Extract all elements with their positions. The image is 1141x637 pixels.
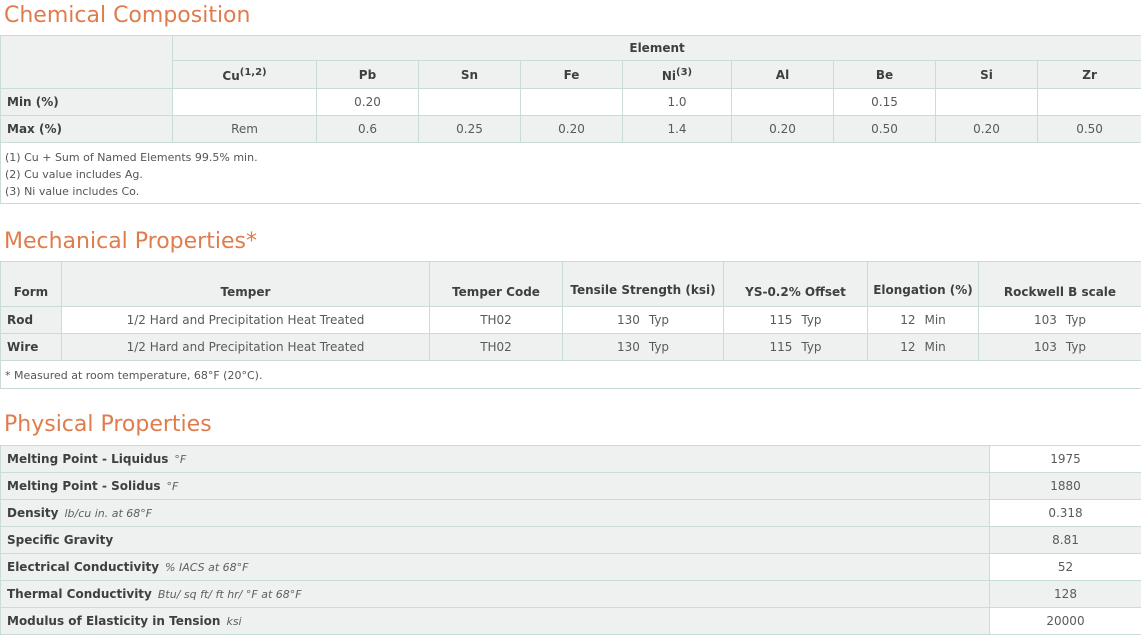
mech-header-temper: Temper [61, 261, 430, 307]
mech-form: Wire [0, 333, 62, 361]
mech-rockwell: 103 Typ [978, 306, 1141, 334]
phys-label: Melting Point - Liquidus °F [0, 445, 990, 473]
mech-tensile: 130 Typ [562, 333, 724, 361]
element-cu: Cu(1,2) [172, 60, 317, 89]
mechanical-properties-table: Form Temper Temper Code Tensile Strength… [0, 261, 1141, 389]
mech-header-temper-code: Temper Code [429, 261, 563, 307]
mech-header-form: Form [0, 261, 62, 307]
phys-row: Thermal Conductivity Btu/ sq ft/ ft hr/ °… [0, 580, 1141, 608]
chem-cell [418, 88, 521, 116]
phys-row: Melting Point - Liquidus °F 1975 [0, 445, 1141, 473]
chem-cell: 0.20 [520, 115, 623, 143]
chem-corner-cell [0, 35, 173, 89]
element-fe: Fe [520, 60, 623, 89]
chemical-composition-title: Chemical Composition [4, 3, 251, 28]
mech-ys: 115 Typ [723, 306, 868, 334]
mech-elongation: 12 Min [867, 306, 979, 334]
chem-note: (3) Ni value includes Co. [5, 184, 140, 198]
phys-value: 0.318 [989, 499, 1141, 527]
physical-properties-title: Physical Properties [4, 412, 212, 437]
phys-row: Melting Point - Solidus °F 1880 [0, 472, 1141, 500]
phys-label: Electrical Conductivity% IACS at 68°F [0, 553, 990, 581]
chem-cell: 1.0 [622, 88, 732, 116]
mech-header-ys: YS-0.2% Offset [723, 261, 868, 307]
mech-header-rockwell: Rockwell B scale [978, 261, 1141, 307]
phys-label: Density lb/cu in. at 68°F [0, 499, 990, 527]
mech-header-row: Form Temper Temper Code Tensile Strength… [0, 261, 1141, 307]
element-al: Al [731, 60, 834, 89]
phys-value: 1880 [989, 472, 1141, 500]
chem-max-row: Max (%) Rem 0.6 0.25 0.20 1.4 0.20 0.50 … [0, 115, 1141, 143]
mech-row-wire: Wire 1/2 Hard and Precipitation Heat Tre… [0, 333, 1141, 361]
phys-label: Thermal Conductivity Btu/ sq ft/ ft hr/ °… [0, 580, 990, 608]
element-pb: Pb [316, 60, 419, 89]
chem-note: (2) Cu value includes Ag. [5, 167, 143, 181]
chemical-composition-table: Element Cu(1,2) Pb Sn Fe Ni(3) Al Be Si … [0, 35, 1141, 204]
chem-cell [1036, 88, 1141, 116]
phys-value: 20000 [989, 607, 1141, 635]
chem-notes: (1) Cu + Sum of Named Elements 99.5% min… [0, 142, 1141, 204]
element-header-row: Cu(1,2) Pb Sn Fe Ni(3) Al Be Si Zr [1, 60, 1141, 89]
phys-label: Specific Gravity [0, 526, 990, 554]
chem-cell [731, 88, 834, 116]
element-header: Element [171, 35, 1141, 61]
phys-row: Electrical Conductivity% IACS at 68°F 52 [0, 553, 1141, 581]
chem-min-row: Min (%) 0.20 1.0 0.15 [0, 88, 1141, 116]
phys-row: Modulus of Elasticity in Tension ksi 2000… [0, 607, 1141, 635]
phys-value: 52 [989, 553, 1141, 581]
mech-ys: 115 Typ [723, 333, 868, 361]
mech-header-tensile: Tensile Strength (ksi) [562, 261, 724, 307]
chem-cell: 0.15 [833, 88, 936, 116]
phys-row: Specific Gravity 8.81 [0, 526, 1141, 554]
mech-row-rod: Rod 1/2 Hard and Precipitation Heat Trea… [0, 306, 1141, 334]
phys-label: Melting Point - Solidus °F [0, 472, 990, 500]
element-si: Si [935, 60, 1038, 89]
chem-row-label: Max (%) [0, 115, 173, 143]
phys-label: Modulus of Elasticity in Tension ksi [0, 607, 990, 635]
chem-cell [172, 88, 317, 116]
mechanical-properties-title: Mechanical Properties* [4, 229, 257, 254]
mech-elongation: 12 Min [867, 333, 979, 361]
phys-row: Density lb/cu in. at 68°F 0.318 [0, 499, 1141, 527]
mech-tensile: 130 Typ [562, 306, 724, 334]
chem-cell: 0.25 [418, 115, 521, 143]
mech-temper-code: TH02 [429, 306, 563, 334]
chem-cell: 0.6 [316, 115, 419, 143]
mech-temper: 1/2 Hard and Precipitation Heat Treated [61, 333, 430, 361]
chem-cell [520, 88, 623, 116]
mech-form: Rod [0, 306, 62, 334]
element-zr: Zr [1036, 60, 1141, 89]
element-ni: Ni(3) [622, 60, 732, 89]
chem-cell: 0.20 [316, 88, 419, 116]
chem-cell: 0.20 [731, 115, 834, 143]
physical-properties-table: Melting Point - Liquidus °F 1975 Melting … [0, 445, 1141, 635]
chem-cell: 1.4 [622, 115, 732, 143]
chem-cell: 0.20 [935, 115, 1038, 143]
phys-value: 128 [989, 580, 1141, 608]
chem-cell: 0.50 [833, 115, 936, 143]
element-be: Be [833, 60, 936, 89]
chem-row-label: Min (%) [0, 88, 173, 116]
mech-temper: 1/2 Hard and Precipitation Heat Treated [61, 306, 430, 334]
mech-temper-code: TH02 [429, 333, 563, 361]
element-sn: Sn [418, 60, 521, 89]
chem-cell [935, 88, 1038, 116]
mech-header-elongation: Elongation (%) [867, 261, 979, 307]
phys-value: 8.81 [989, 526, 1141, 554]
mech-note: * Measured at room temperature, 68°F (20… [0, 360, 1141, 389]
chem-cell: 0.50 [1036, 115, 1141, 143]
mech-rockwell: 103 Typ [978, 333, 1141, 361]
phys-value: 1975 [989, 445, 1141, 473]
chem-cell: Rem [172, 115, 317, 143]
chem-note: (1) Cu + Sum of Named Elements 99.5% min… [5, 150, 258, 164]
